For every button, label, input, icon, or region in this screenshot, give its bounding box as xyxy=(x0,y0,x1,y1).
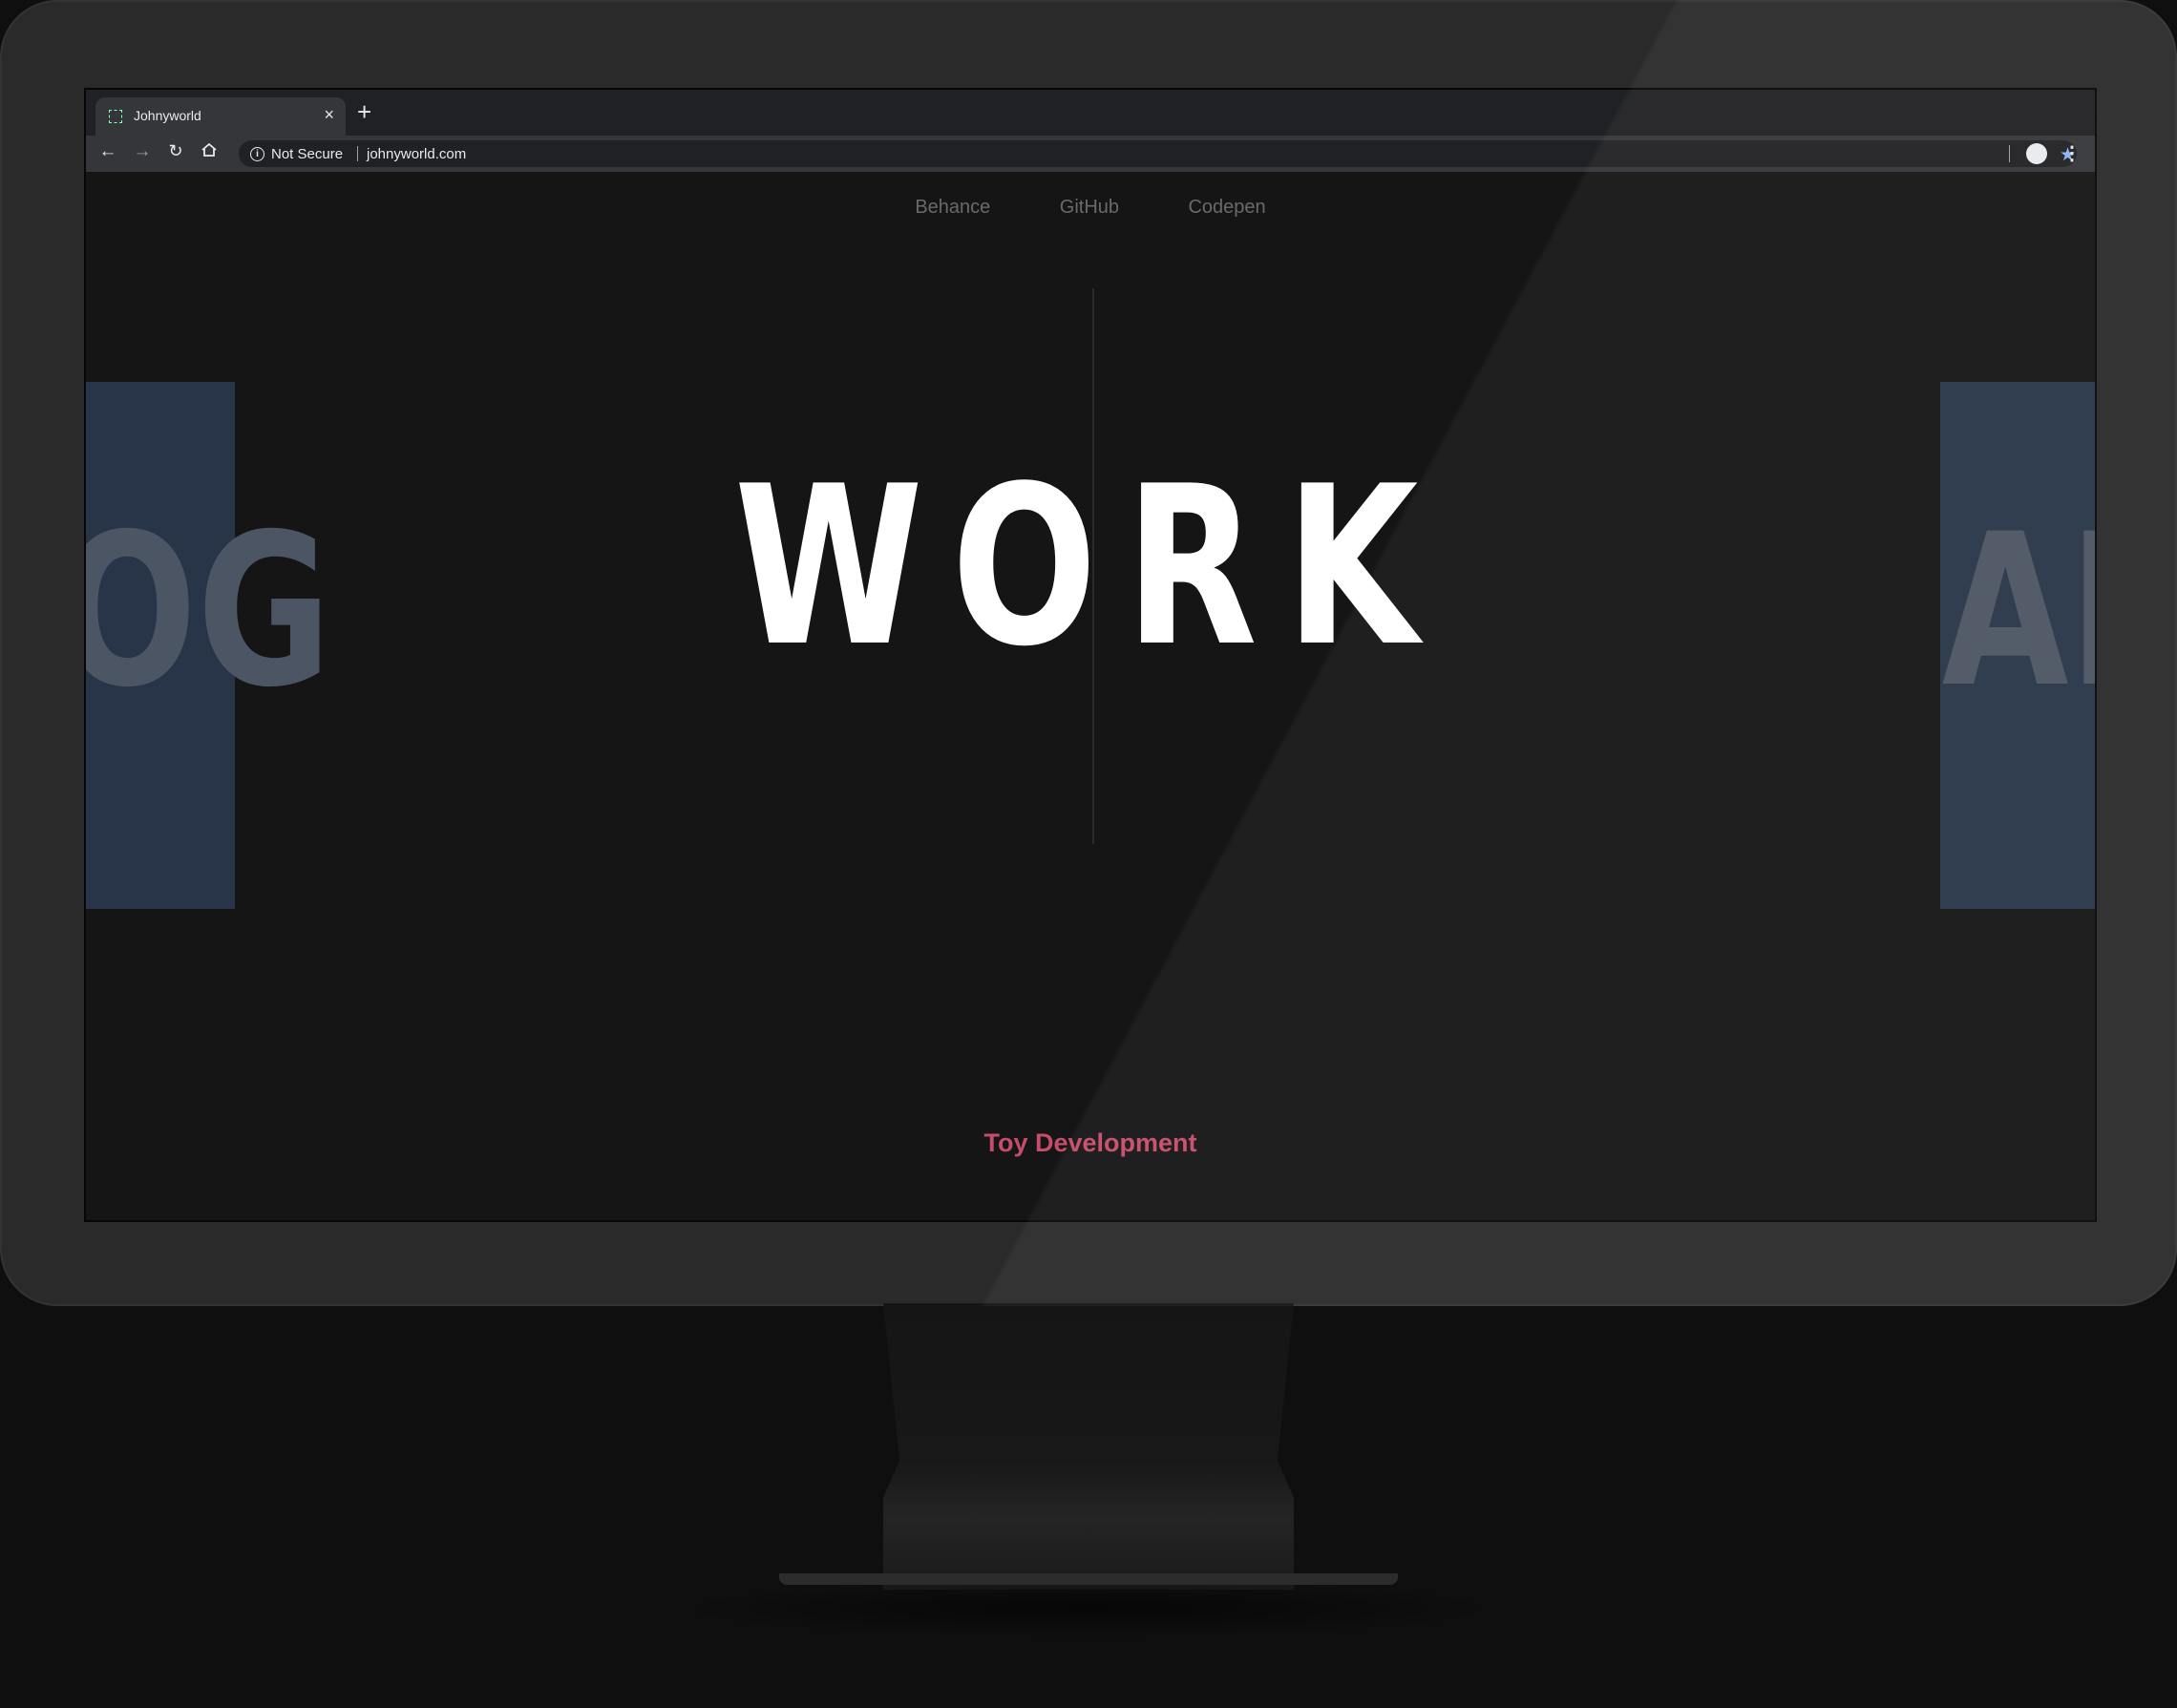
hero-subtitle: Toy Development xyxy=(983,1128,1197,1157)
nav-link-behance[interactable]: Behance xyxy=(915,197,990,219)
favicon-icon xyxy=(109,110,122,123)
hero-title[interactable]: WORK xyxy=(306,458,1873,678)
browser-toolbar: ← → ↻ i Not Secure johnyworld.com ★ ⋮ xyxy=(86,136,2095,172)
screen: Johnyworld × + ← → ↻ i Not Secure johnyw… xyxy=(84,88,2097,1222)
monitor-base xyxy=(779,1573,1398,1585)
omnibox-divider xyxy=(357,146,358,161)
menu-icon[interactable]: ⋮ xyxy=(2062,141,2082,165)
right-slide-title[interactable]: ABO xyxy=(1942,506,2095,716)
tab-close-icon[interactable]: × xyxy=(324,105,334,125)
browser-tab[interactable]: Johnyworld × xyxy=(95,97,346,136)
profile-icon[interactable] xyxy=(2026,143,2047,164)
reload-icon[interactable]: ↻ xyxy=(163,141,188,161)
back-icon[interactable]: ← xyxy=(95,141,120,162)
address-bar[interactable]: i Not Secure johnyworld.com ★ xyxy=(239,140,2077,167)
monitor-frame: Johnyworld × + ← → ↻ i Not Secure johnyw… xyxy=(0,0,2177,1306)
web-page: Behance GitHub Codepen OG ABO WORK Toy D… xyxy=(86,172,2095,1220)
url-text[interactable]: johnyworld.com xyxy=(367,146,466,162)
new-tab-button[interactable]: + xyxy=(357,98,371,125)
tab-bar: Johnyworld × + xyxy=(86,90,2095,136)
tab-title: Johnyworld xyxy=(134,108,201,123)
info-icon[interactable]: i xyxy=(250,147,264,161)
top-nav: Behance GitHub Codepen xyxy=(86,197,2095,219)
nav-link-github[interactable]: GitHub xyxy=(1060,197,1119,219)
home-icon[interactable] xyxy=(197,141,222,164)
security-label: Not Secure xyxy=(271,146,344,162)
forward-icon[interactable]: → xyxy=(130,141,155,162)
nav-link-codepen[interactable]: Codepen xyxy=(1188,197,1265,219)
left-slide-title[interactable]: OG xyxy=(86,506,331,716)
monitor-stand xyxy=(883,1303,1294,1590)
stand-shadow xyxy=(668,1580,1509,1637)
toolbar-divider xyxy=(2009,145,2010,162)
